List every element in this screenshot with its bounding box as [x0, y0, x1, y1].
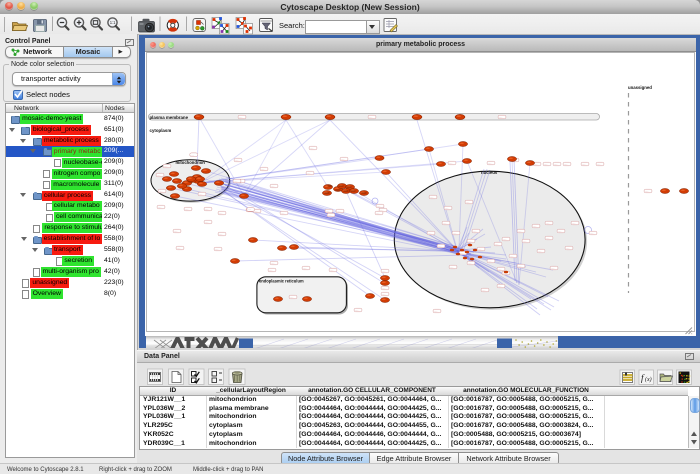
svg-text:····: ···· — [503, 237, 507, 241]
svg-text:····: ···· — [488, 259, 492, 263]
svg-text:····: ···· — [269, 268, 273, 272]
svg-text:····: ···· — [538, 249, 542, 253]
svg-text:····: ···· — [247, 208, 251, 212]
svg-text:····: ···· — [443, 221, 447, 225]
svg-text:····: ···· — [498, 284, 502, 288]
svg-text:····: ···· — [355, 308, 359, 312]
svg-text:····: ···· — [445, 206, 449, 210]
svg-text:····: ···· — [234, 179, 238, 183]
svg-text:····: ···· — [281, 211, 285, 215]
svg-text:····: ···· — [428, 231, 432, 235]
svg-text:····: ···· — [330, 268, 334, 272]
svg-text:····: ···· — [199, 192, 203, 196]
svg-text:····: ···· — [239, 115, 243, 119]
svg-text:····: ···· — [430, 195, 434, 199]
svg-text:····: ···· — [215, 247, 219, 251]
svg-text:····: ···· — [164, 164, 168, 168]
svg-text:····: ···· — [499, 115, 503, 119]
svg-text:····: ···· — [468, 261, 472, 265]
svg-text:1:1: 1:1 — [110, 20, 116, 25]
svg-text:····: ···· — [551, 266, 555, 270]
svg-text:····: ···· — [158, 205, 162, 209]
svg-text:····: ···· — [645, 189, 649, 193]
svg-text:cytoplasm: cytoplasm — [150, 128, 172, 133]
svg-text:····: ···· — [546, 221, 550, 225]
svg-text:endoplasmic reticulum: endoplasmic reticulum — [259, 279, 304, 284]
svg-text:····: ···· — [261, 167, 265, 171]
svg-text:····: ···· — [434, 309, 438, 313]
svg-text:····: ···· — [382, 269, 386, 273]
svg-text:····: ···· — [518, 229, 522, 233]
svg-text:····: ···· — [572, 221, 576, 225]
svg-text:····: ···· — [523, 239, 527, 243]
svg-text:····: ···· — [382, 292, 386, 296]
svg-text:····: ···· — [219, 211, 223, 215]
svg-text:····: ···· — [205, 220, 209, 224]
svg-text:····: ···· — [235, 158, 239, 162]
svg-text:····: ···· — [498, 267, 502, 271]
svg-text:····: ···· — [566, 246, 570, 250]
svg-text:····: ···· — [450, 265, 454, 269]
svg-text:····: ···· — [564, 162, 568, 166]
svg-text:····: ···· — [174, 229, 178, 233]
svg-text:····: ···· — [337, 209, 341, 213]
svg-text:(x): (x) — [645, 376, 652, 383]
svg-text:····: ···· — [466, 200, 470, 204]
svg-text:····: ···· — [488, 161, 492, 165]
svg-text:····: ···· — [478, 247, 482, 251]
svg-text:····: ···· — [544, 162, 548, 166]
svg-text:····: ···· — [219, 232, 223, 236]
svg-text:····: ···· — [177, 246, 181, 250]
svg-text:····: ···· — [438, 244, 442, 248]
svg-text:····: ···· — [449, 161, 453, 165]
svg-text:mitochondrion: mitochondrion — [176, 160, 206, 165]
svg-text:····: ···· — [495, 242, 499, 246]
svg-text:····: ···· — [185, 207, 189, 211]
svg-text:····: ···· — [518, 264, 522, 268]
svg-text:····: ···· — [382, 286, 386, 290]
svg-text:····: ···· — [460, 251, 464, 255]
svg-text:····: ···· — [328, 213, 332, 217]
svg-text:····: ···· — [510, 254, 514, 258]
svg-text:plasma membrane: plasma membrane — [150, 115, 189, 120]
svg-text:unassigned: unassigned — [628, 85, 652, 90]
svg-text:····: ···· — [554, 162, 558, 166]
svg-text:····: ···· — [159, 189, 163, 193]
svg-text:····: ···· — [271, 184, 275, 188]
svg-text:····: ···· — [453, 231, 457, 235]
svg-text:····: ···· — [205, 207, 209, 211]
svg-text:····: ···· — [546, 236, 550, 240]
svg-text:····: ···· — [533, 224, 537, 228]
svg-text:····: ···· — [558, 229, 562, 233]
svg-text:····: ···· — [376, 211, 380, 215]
svg-text:····: ···· — [307, 171, 311, 175]
svg-text:····: ···· — [271, 261, 275, 265]
svg-text:····: ···· — [582, 162, 586, 166]
svg-text:····: ···· — [369, 115, 373, 119]
svg-text:····: ···· — [597, 162, 601, 166]
svg-text:····: ···· — [290, 295, 294, 299]
svg-text:····: ···· — [303, 266, 307, 270]
svg-text:····: ···· — [473, 229, 477, 233]
svg-text:····: ···· — [157, 173, 161, 177]
svg-text:····: ···· — [190, 153, 194, 157]
svg-text:····: ···· — [468, 239, 472, 243]
svg-text:····: ···· — [590, 231, 594, 235]
svg-text:····: ···· — [482, 288, 486, 292]
svg-text:····: ···· — [341, 157, 345, 161]
svg-text:····: ···· — [310, 146, 314, 150]
